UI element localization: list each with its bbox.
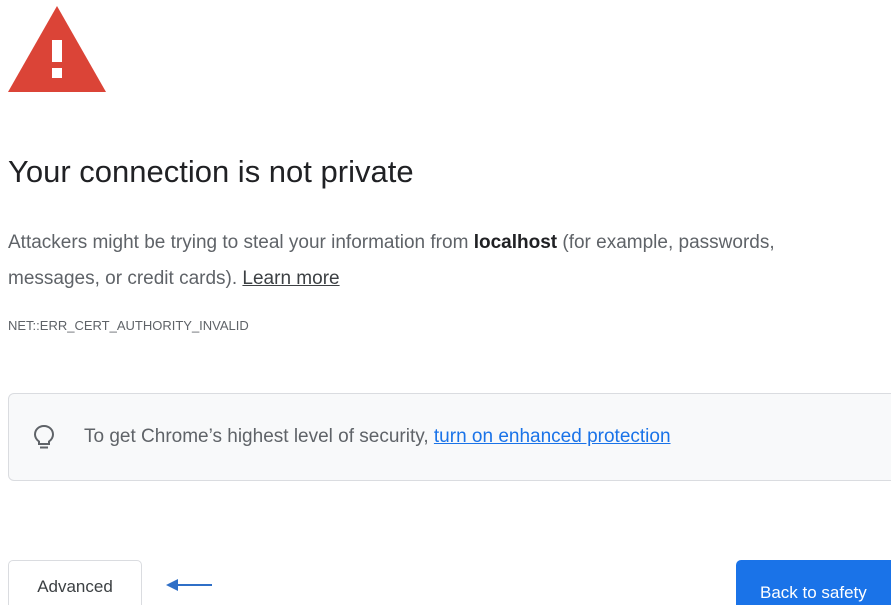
enhanced-protection-text: To get Chrome’s highest level of securit… [84,426,671,448]
learn-more-link[interactable]: Learn more [242,268,339,289]
back-to-safety-button[interactable]: Back to safety [736,560,891,605]
left-arrow-icon [166,579,212,591]
error-code: NET::ERR_CERT_AUTHORITY_INVALID [8,318,249,333]
enhanced-protection-message: To get Chrome’s highest level of securit… [84,426,434,447]
enhanced-protection-link[interactable]: turn on enhanced protection [434,426,671,447]
description-text-start: Attackers might be trying to steal your … [8,232,474,253]
host-name: localhost [473,232,558,253]
interstitial-page: Your connection is not private Attackers… [0,0,891,605]
page-title: Your connection is not private [8,154,414,189]
advanced-button[interactable]: Advanced [8,560,142,605]
enhanced-protection-promo: To get Chrome’s highest level of securit… [8,393,891,481]
warning-triangle-icon [8,6,106,92]
lightbulb-icon [33,424,55,449]
warning-description: Attackers might be trying to steal your … [8,225,868,297]
